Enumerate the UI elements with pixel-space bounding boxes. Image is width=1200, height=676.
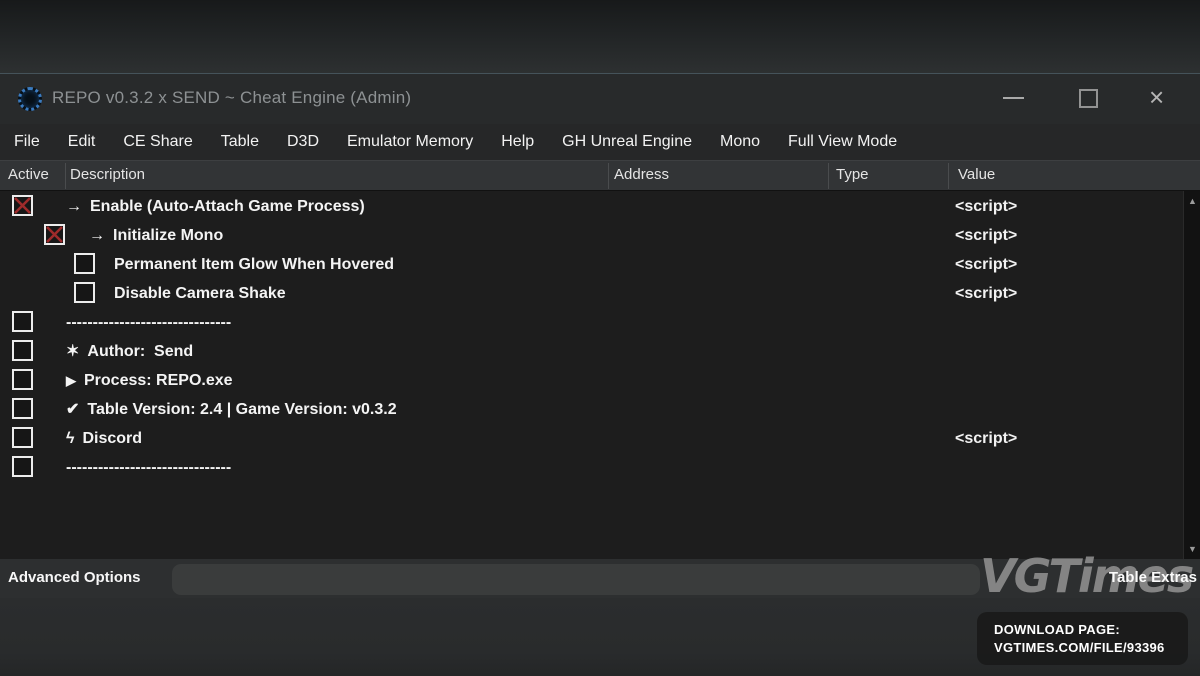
star-icon: ✶ [66,340,79,363]
row-value: <script> [955,224,1017,247]
active-checkbox[interactable] [12,311,33,332]
menu-ce-share[interactable]: CE Share [123,133,192,151]
row-description: Process: REPO.exe [84,369,233,392]
table-row-separator[interactable]: ------------------------------- [0,308,1200,337]
active-checkbox[interactable] [12,369,33,390]
column-divider[interactable] [948,163,949,189]
row-description: Disable Camera Shake [114,282,286,305]
window-title: REPO v0.3.2 x SEND ~ Cheat Engine (Admin… [52,88,411,108]
table-row-item-glow[interactable]: Permanent Item Glow When Hovered <script… [0,250,1200,279]
desktop-background [0,0,1200,73]
active-checkbox[interactable] [12,340,33,361]
column-divider[interactable] [828,163,829,189]
cheat-table: → Enable (Auto-Attach Game Process) <scr… [0,191,1200,559]
table-extras-button[interactable]: Table Extras [1109,569,1197,586]
minimize-button[interactable] [1003,97,1024,99]
active-checkbox[interactable] [44,224,65,245]
table-row-process[interactable]: ▶ Process: REPO.exe [0,366,1200,395]
bolt-icon: ϟ [66,427,74,450]
column-header-type[interactable]: Type [836,166,869,183]
active-checkbox[interactable] [74,253,95,274]
column-divider[interactable] [65,163,66,189]
row-description: ------------------------------- [66,456,231,479]
download-page-badge: DOWNLOAD PAGE: VGTIMES.COM/FILE/93396 [977,612,1188,665]
menu-gh-unreal-engine[interactable]: GH Unreal Engine [562,133,692,151]
download-page-url: VGTIMES.COM/FILE/93396 [994,639,1176,657]
row-value: <script> [955,427,1017,450]
cheat-engine-icon [18,87,42,111]
row-description: Table Version: 2.4 | Game Version: v0.3.… [87,398,396,421]
download-page-label: DOWNLOAD PAGE: [994,621,1176,639]
row-description: Initialize Mono [113,224,223,247]
table-header: Active Description Address Type Value [0,160,1200,191]
column-divider[interactable] [608,163,609,189]
column-header-description[interactable]: Description [70,166,145,183]
arrow-right-icon: → [89,224,105,247]
table-row-initialize-mono[interactable]: → Initialize Mono <script> [0,221,1200,250]
table-row-discord[interactable]: ϟ Discord <script> [0,424,1200,453]
menu-mono[interactable]: Mono [720,133,760,151]
active-checkbox[interactable] [12,427,33,448]
column-header-address[interactable]: Address [614,166,669,183]
menu-d3d[interactable]: D3D [287,133,319,151]
title-bar[interactable]: REPO v0.3.2 x SEND ~ Cheat Engine (Admin… [0,74,1200,124]
row-value: <script> [955,253,1017,276]
vertical-scrollbar[interactable]: ▲ ▼ [1183,191,1200,559]
menu-full-view-mode[interactable]: Full View Mode [788,133,897,151]
scroll-up-button[interactable]: ▲ [1184,191,1200,211]
menu-emulator-memory[interactable]: Emulator Memory [347,133,473,151]
row-description: Permanent Item Glow When Hovered [114,253,394,276]
row-description: Discord [82,427,142,450]
table-row-version[interactable]: ✔ Table Version: 2.4 | Game Version: v0.… [0,395,1200,424]
row-value: <script> [955,195,1017,218]
menu-edit[interactable]: Edit [68,133,96,151]
maximize-button[interactable] [1079,89,1098,108]
active-checkbox[interactable] [74,282,95,303]
row-description: Enable (Auto-Attach Game Process) [90,195,365,218]
table-row-camera-shake[interactable]: Disable Camera Shake <script> [0,279,1200,308]
active-checkbox[interactable] [12,398,33,419]
arrow-right-icon: → [66,195,82,218]
menu-bar: File Edit CE Share Table D3D Emulator Me… [0,124,1200,160]
row-description: Author: Send [87,340,193,363]
menu-help[interactable]: Help [501,133,534,151]
close-button[interactable]: × [1149,82,1164,112]
column-header-value[interactable]: Value [958,166,995,183]
triangle-right-icon: ▶ [66,369,76,392]
row-description: ------------------------------- [66,311,231,334]
check-icon: ✔ [66,398,79,421]
menu-table[interactable]: Table [221,133,259,151]
row-value: <script> [955,282,1017,305]
table-row-author[interactable]: ✶ Author: Send [0,337,1200,366]
table-row-enable[interactable]: → Enable (Auto-Attach Game Process) <scr… [0,192,1200,221]
menu-file[interactable]: File [14,133,40,151]
advanced-options-button[interactable]: Advanced Options [8,569,141,586]
active-checkbox[interactable] [12,195,33,216]
table-row-separator[interactable]: ------------------------------- [0,453,1200,482]
active-checkbox[interactable] [12,456,33,477]
column-header-active[interactable]: Active [8,166,49,183]
status-strip [172,564,980,595]
